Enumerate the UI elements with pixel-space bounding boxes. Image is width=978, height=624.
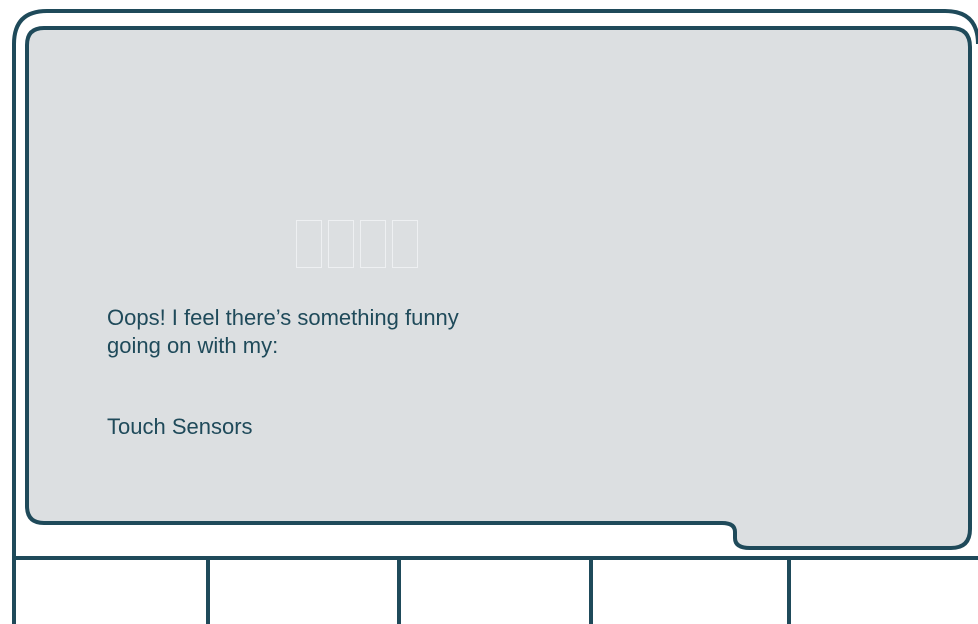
missing-glyph-box: [328, 220, 354, 268]
screen-panel: [25, 26, 972, 550]
softkey-4[interactable]: [593, 560, 787, 624]
missing-glyph-box: [392, 220, 418, 268]
missing-glyph-box: [296, 220, 322, 268]
softkey-2[interactable]: [210, 560, 397, 624]
softkey-3[interactable]: [401, 560, 589, 624]
error-message: Oops! I feel there’s something funny goi…: [107, 304, 527, 360]
faulty-sensor-label: Touch Sensors: [107, 414, 253, 439]
missing-glyph-boxes: [296, 220, 418, 268]
error-message-line-1: Oops! I feel there’s something funny: [107, 305, 459, 330]
softkey-5[interactable]: [791, 560, 978, 624]
softkey-1[interactable]: [16, 560, 206, 624]
missing-glyph-box: [360, 220, 386, 268]
error-message-line-2: going on with my:: [107, 333, 279, 358]
